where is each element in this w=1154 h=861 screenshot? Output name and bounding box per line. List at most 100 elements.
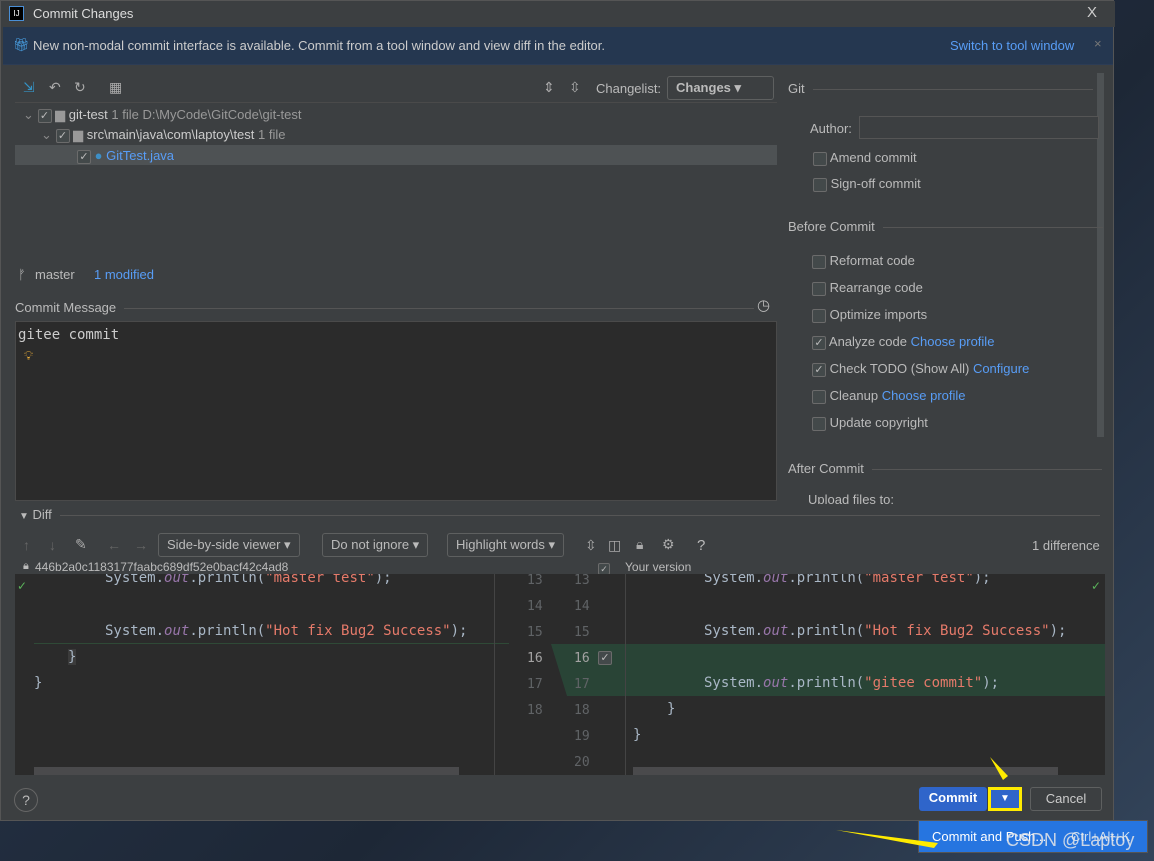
before-commit-section: Before Commit [788, 219, 1102, 234]
node-name: GitTest.java [106, 148, 175, 163]
watermark: CSDN @Laptoy [1006, 830, 1135, 850]
rollback-icon[interactable]: ↶ [49, 79, 61, 96]
label: Reformat code [829, 253, 915, 268]
checkbox[interactable] [812, 416, 826, 431]
switch-to-tool-window-link[interactable]: Switch to tool window [950, 38, 1074, 53]
viewer-select[interactable]: Side-by-side viewer [158, 533, 300, 557]
changes-tree: ⌄ ✓ ▆ git-test 1 file D:\MyCode\GitCode\… [15, 102, 777, 262]
checkbox[interactable]: ✓ [812, 362, 826, 377]
diff-section[interactable]: ▼ Diff [19, 507, 1094, 522]
option-link[interactable]: Choose profile [911, 334, 995, 349]
line-number: 14 [574, 599, 590, 614]
no-errors-icon: ✓ [17, 579, 28, 593]
commit-options-dropdown[interactable]: ▼ [988, 787, 1022, 811]
history-icon[interactable]: ◷ [757, 296, 770, 314]
previous-difference-icon[interactable]: ↑ [23, 537, 30, 553]
group-by-icon[interactable]: ▦ [109, 79, 122, 96]
checkbox[interactable] [812, 281, 826, 296]
before-commit-option[interactable]: Cleanup Choose profile [812, 388, 966, 404]
label: Optimize imports [829, 307, 928, 322]
git-section: Git [788, 81, 1086, 96]
tree-node-package[interactable]: ⌄ ✓ ▆ src\main\java\com\laptoy\test 1 fi… [41, 127, 286, 143]
checkbox[interactable]: ✓ [812, 335, 826, 350]
left-revision-hash: 446b2a0c1183177faabc689df52e0bacf42c4ad8 [35, 560, 289, 574]
signoff-commit-checkbox[interactable]: Sign-off commit [813, 176, 921, 192]
back-icon[interactable]: ← [107, 537, 121, 553]
include-change-checkbox[interactable]: ✓ [598, 650, 612, 665]
right-revision-label: Your version [625, 560, 692, 574]
no-errors-icon: ✓ [1091, 579, 1102, 593]
commit-message-label: Commit Message [15, 300, 756, 315]
checkbox[interactable] [812, 254, 826, 269]
app-icon: IJ [9, 6, 24, 21]
checkbox[interactable] [812, 308, 826, 323]
include-checkbox[interactable]: ✓ [598, 562, 610, 575]
option-link[interactable]: Choose profile [882, 388, 966, 403]
label: Analyze code [828, 334, 907, 349]
ignore-select[interactable]: Do not ignore [322, 533, 429, 557]
collapse-all-icon[interactable]: ⇳ [569, 79, 581, 96]
commit-message-input[interactable]: gitee commit 💡︎ [15, 321, 777, 501]
highlight-select[interactable]: Highlight words [447, 533, 565, 557]
checkbox[interactable]: ✓ [37, 108, 52, 123]
settings-icon[interactable]: ⚙ [662, 536, 675, 553]
changelist-select[interactable]: Changes [667, 76, 774, 100]
collapse-unchanged-icon[interactable]: ⇳ [585, 537, 597, 554]
label: Check TODO (Show All) [829, 361, 970, 376]
commit-message-text: gitee commit [18, 327, 120, 343]
tree-node-root[interactable]: ⌄ ✓ ▆ git-test 1 file D:\MyCode\GitCode\… [23, 107, 301, 123]
after-commit-section: After Commit [788, 461, 1102, 476]
before-commit-option[interactable]: Rearrange code [812, 280, 923, 296]
option-link[interactable]: Configure [973, 361, 1029, 376]
horizontal-scrollbar[interactable] [34, 767, 459, 775]
line-number: 17 [574, 677, 590, 692]
checkbox[interactable]: ✓ [77, 149, 91, 164]
cancel-button[interactable]: Cancel [1030, 787, 1102, 811]
help-icon[interactable]: ? [697, 537, 705, 554]
tree-node-file[interactable]: ✓ ● GitTest.java [15, 145, 777, 165]
banner-text: New non-modal commit interface is availa… [33, 38, 606, 53]
before-commit-option[interactable]: Reformat code [812, 253, 915, 269]
author-label: Author: [810, 121, 852, 136]
before-commit-option[interactable]: Optimize imports [812, 307, 927, 323]
modified-count[interactable]: 1 modified [94, 267, 154, 282]
commit-button[interactable]: Commit [919, 787, 987, 811]
refresh-icon[interactable]: ↻ [74, 79, 86, 96]
info-banner: 🎁︎ New non-modal commit interface is ava… [3, 27, 1113, 65]
next-difference-icon[interactable]: ↓ [49, 537, 56, 553]
horizontal-scrollbar[interactable] [633, 767, 1058, 775]
author-input[interactable] [859, 116, 1099, 139]
close-icon[interactable]: X [1087, 4, 1097, 21]
changelist-label: Changelist: [596, 81, 662, 96]
diff-editor[interactable]: ✓ ✓ System.out.println("master test"); S… [15, 574, 1105, 775]
before-commit-option[interactable]: ✓ Analyze code Choose profile [812, 334, 994, 350]
help-button[interactable]: ? [14, 788, 38, 812]
branch-name[interactable]: master [35, 267, 75, 282]
line-number: 20 [574, 755, 590, 770]
checkbox[interactable]: ✓ [55, 128, 70, 143]
line-number: 16 [527, 651, 543, 666]
line-number: 15 [527, 625, 543, 640]
node-path: D:\MyCode\GitCode\git-test [142, 107, 302, 122]
lock-icon[interactable]: 🔒︎ [636, 536, 643, 553]
collapse-icon[interactable]: ⇲ [23, 79, 35, 96]
amend-commit-checkbox[interactable]: Amend commit [813, 150, 917, 166]
forward-icon[interactable]: → [134, 537, 148, 553]
checkbox[interactable] [812, 389, 826, 404]
title-bar: IJ Commit Changes X [1, 1, 1115, 27]
expand-all-icon[interactable]: ⇕ [543, 79, 555, 96]
bulb-icon[interactable]: 💡︎ [24, 348, 33, 364]
line-number: 13 [574, 574, 590, 588]
sync-scroll-icon[interactable]: ◫ [608, 537, 621, 554]
folder-icon: ▆ [73, 127, 84, 142]
node-name: src\main\java\com\laptoy\test [86, 127, 255, 142]
branch-icon: ᚠ [18, 267, 26, 282]
line-number: 16 [574, 651, 590, 666]
java-class-icon: ● [94, 148, 103, 163]
before-commit-option[interactable]: ✓ Check TODO (Show All) Configure [812, 361, 1029, 377]
label: Cleanup [829, 388, 879, 403]
before-commit-option[interactable]: Update copyright [812, 415, 928, 431]
banner-close-icon[interactable]: × [1094, 36, 1102, 51]
edit-icon[interactable]: ✎ [75, 536, 87, 553]
line-number: 14 [527, 599, 543, 614]
